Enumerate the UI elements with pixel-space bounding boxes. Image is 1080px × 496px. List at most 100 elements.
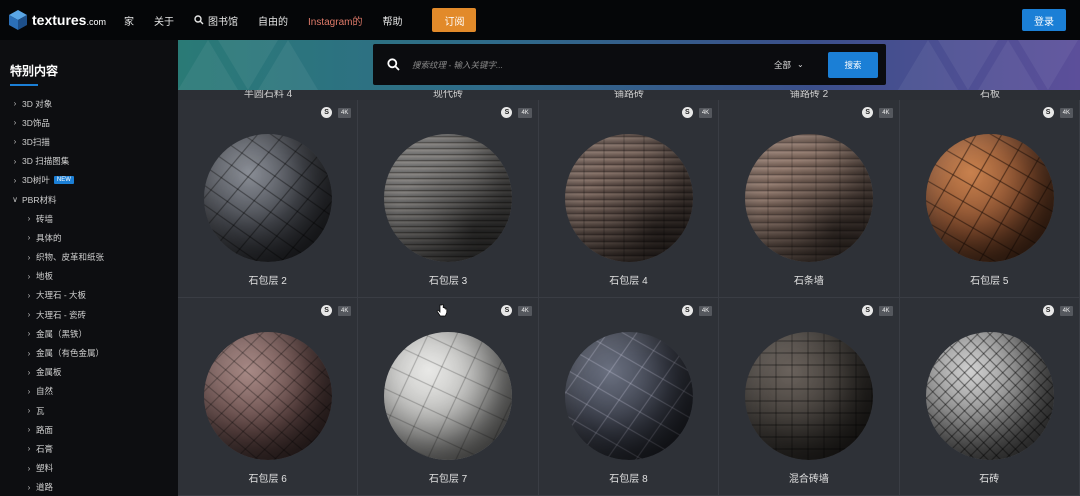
nav-about[interactable]: 关于 [154, 13, 174, 28]
material-preview-sphere[interactable] [564, 332, 693, 460]
sidebar-item[interactable]: › 3D扫描 [0, 132, 178, 151]
sidebar-item[interactable]: › 路面 [0, 420, 178, 439]
sidebar-item[interactable]: › 金属（有色金属） [0, 343, 178, 362]
sidebar-item-label: 具体的 [36, 232, 62, 243]
nav-home[interactable]: 家 [124, 13, 134, 28]
texture-card[interactable]: S 4K 石包层 8 [538, 298, 720, 496]
texture-card[interactable]: S 4K 混合砖墙 [719, 298, 900, 496]
texture-name[interactable]: 石包层 5 [900, 272, 1079, 287]
substance-icon: S [681, 305, 693, 316]
logo[interactable]: textures.com [8, 9, 118, 31]
nav-free[interactable]: 自由的 [258, 13, 288, 28]
sidebar-item[interactable]: › 3D树叶 NEW [0, 171, 178, 190]
chevron-right-icon: › [27, 463, 31, 473]
previous-row-labels: 半圆石料 4 现代砖 铺路砖 铺路砖 2 石板 [178, 90, 1080, 100]
material-preview-sphere[interactable] [204, 134, 332, 262]
sidebar-item[interactable]: › 3D 扫描图集 [0, 152, 178, 171]
sidebar-item[interactable]: › 大理石 - 瓷砖 [0, 305, 178, 324]
sidebar-item-label: 道路 [36, 482, 54, 493]
sidebar-item[interactable]: › 自然 [0, 382, 178, 401]
texture-name[interactable]: 石包层 8 [539, 470, 718, 485]
chevron-right-icon: › [27, 386, 31, 396]
search-input[interactable] [412, 59, 772, 70]
sidebar-item[interactable]: › 瓦 [0, 401, 178, 420]
nav-instagram[interactable]: Instagram的 [308, 13, 362, 28]
card-badges: S 4K [501, 107, 532, 118]
sidebar-item[interactable]: › 地板 [0, 267, 178, 286]
texture-card[interactable]: S 4K 石砖 [899, 298, 1080, 496]
sidebar-item[interactable]: › 石膏 [0, 439, 178, 458]
sidebar-item[interactable]: › 砖墙 [0, 209, 178, 228]
texture-card[interactable]: S 4K 石包层 3 [358, 100, 539, 298]
subscribe-button[interactable]: 订阅 [432, 8, 477, 32]
sidebar-item[interactable]: › 大理石 - 大板 [0, 286, 178, 305]
texture-name[interactable]: 石包层 2 [178, 272, 357, 287]
texture-card[interactable]: S 4K 石包层 5 [899, 100, 1080, 298]
texture-grid: S 4K 石包层 2 S 4K 石包层 3 S 4K 石包层 4 S 4K 石条墙 S 4K 石包层 5S4… [178, 100, 1080, 496]
texture-name[interactable]: 石包层 6 [178, 470, 357, 485]
material-preview-sphere[interactable] [745, 332, 874, 460]
chevron-right-icon: › [13, 156, 17, 166]
sidebar-item[interactable]: ∨ PBR材料 [0, 190, 178, 209]
sidebar-item[interactable]: › 道路 [0, 478, 178, 496]
cube-logo-icon [9, 10, 27, 30]
resolution-badge: 4K [338, 305, 352, 316]
nav-library[interactable]: 图书馆 [194, 13, 238, 28]
texture-card[interactable]: S 4K 石包层 6 [178, 298, 359, 496]
chevron-right-icon: › [13, 118, 17, 128]
texture-card[interactable]: S 4K 石包层 2 [178, 100, 359, 298]
texture-name[interactable]: 石包层 3 [358, 272, 537, 287]
resolution-badge: 4K [698, 107, 713, 118]
texture-name[interactable]: 石包层 7 [358, 470, 537, 485]
sidebar-item-label: 金属（黑铁） [36, 328, 88, 339]
card-badges: S 4K [501, 305, 532, 316]
sidebar-item[interactable]: › 3D饰品 [0, 113, 178, 132]
material-preview-sphere[interactable] [925, 332, 1054, 460]
resolution-badge: 4K [879, 305, 893, 316]
material-preview-sphere[interactable] [745, 134, 874, 262]
nav-help[interactable]: 帮助 [382, 13, 402, 28]
resolution-badge: 4K [518, 305, 532, 316]
material-preview-sphere[interactable] [925, 134, 1054, 262]
search-button[interactable]: 搜索 [828, 52, 878, 78]
card-badges: S 4K [321, 305, 352, 316]
sidebar-item-label: 3D饰品 [22, 117, 50, 128]
sidebar-item[interactable]: › 塑料 [0, 459, 178, 478]
texture-name[interactable]: 石砖 [900, 470, 1079, 485]
sidebar-item[interactable]: › 具体的 [0, 228, 178, 247]
texture-name[interactable]: 石包层 4 [539, 272, 718, 287]
hand-cursor-icon [436, 304, 448, 317]
card-badges: S 4K [681, 107, 713, 118]
texture-card[interactable]: S 4K 石包层 7 [358, 298, 539, 496]
material-preview-sphere[interactable] [384, 134, 513, 262]
sidebar-item[interactable]: › 金属板 [0, 363, 178, 382]
sidebar-item[interactable]: › 金属（黑铁） [0, 324, 178, 343]
material-preview-sphere[interactable] [564, 134, 693, 262]
material-preview-sphere[interactable] [384, 332, 513, 460]
material-preview-sphere[interactable] [204, 332, 332, 460]
chevron-right-icon: › [27, 290, 31, 300]
sidebar-item-label: 织物、皮革和纸张 [36, 252, 105, 263]
login-button[interactable]: 登录 [1022, 9, 1066, 31]
sidebar-item[interactable]: › 织物、皮革和纸张 [0, 248, 178, 267]
sidebar-item-label: 金属（有色金属） [36, 348, 105, 359]
texture-card[interactable]: S 4K 石包层 4 [538, 100, 720, 298]
texture-name[interactable]: 石条墙 [719, 272, 898, 287]
brand-name: textures.com [32, 12, 106, 28]
search-icon [194, 15, 204, 25]
chevron-right-icon: › [13, 99, 17, 109]
resolution-badge: 4K [879, 107, 893, 118]
chevron-right-icon: › [13, 137, 17, 147]
resolution-badge: 4K [1059, 305, 1073, 316]
texture-name: 铺路砖 [614, 90, 644, 100]
sidebar-item-label: 瓦 [36, 405, 45, 416]
search-scope-select[interactable]: 全部 ⌄ [774, 59, 804, 71]
chevron-right-icon: › [27, 214, 31, 224]
sidebar-item-label: 金属板 [36, 367, 62, 378]
texture-name[interactable]: 混合砖墙 [719, 470, 898, 485]
texture-card[interactable]: S 4K 石条墙 [719, 100, 900, 298]
sidebar-item-label: 塑料 [36, 463, 54, 474]
sidebar-item[interactable]: › 3D 对象 [0, 94, 178, 113]
chevron-right-icon: › [27, 329, 31, 339]
card-badges: S 4K [862, 107, 893, 118]
